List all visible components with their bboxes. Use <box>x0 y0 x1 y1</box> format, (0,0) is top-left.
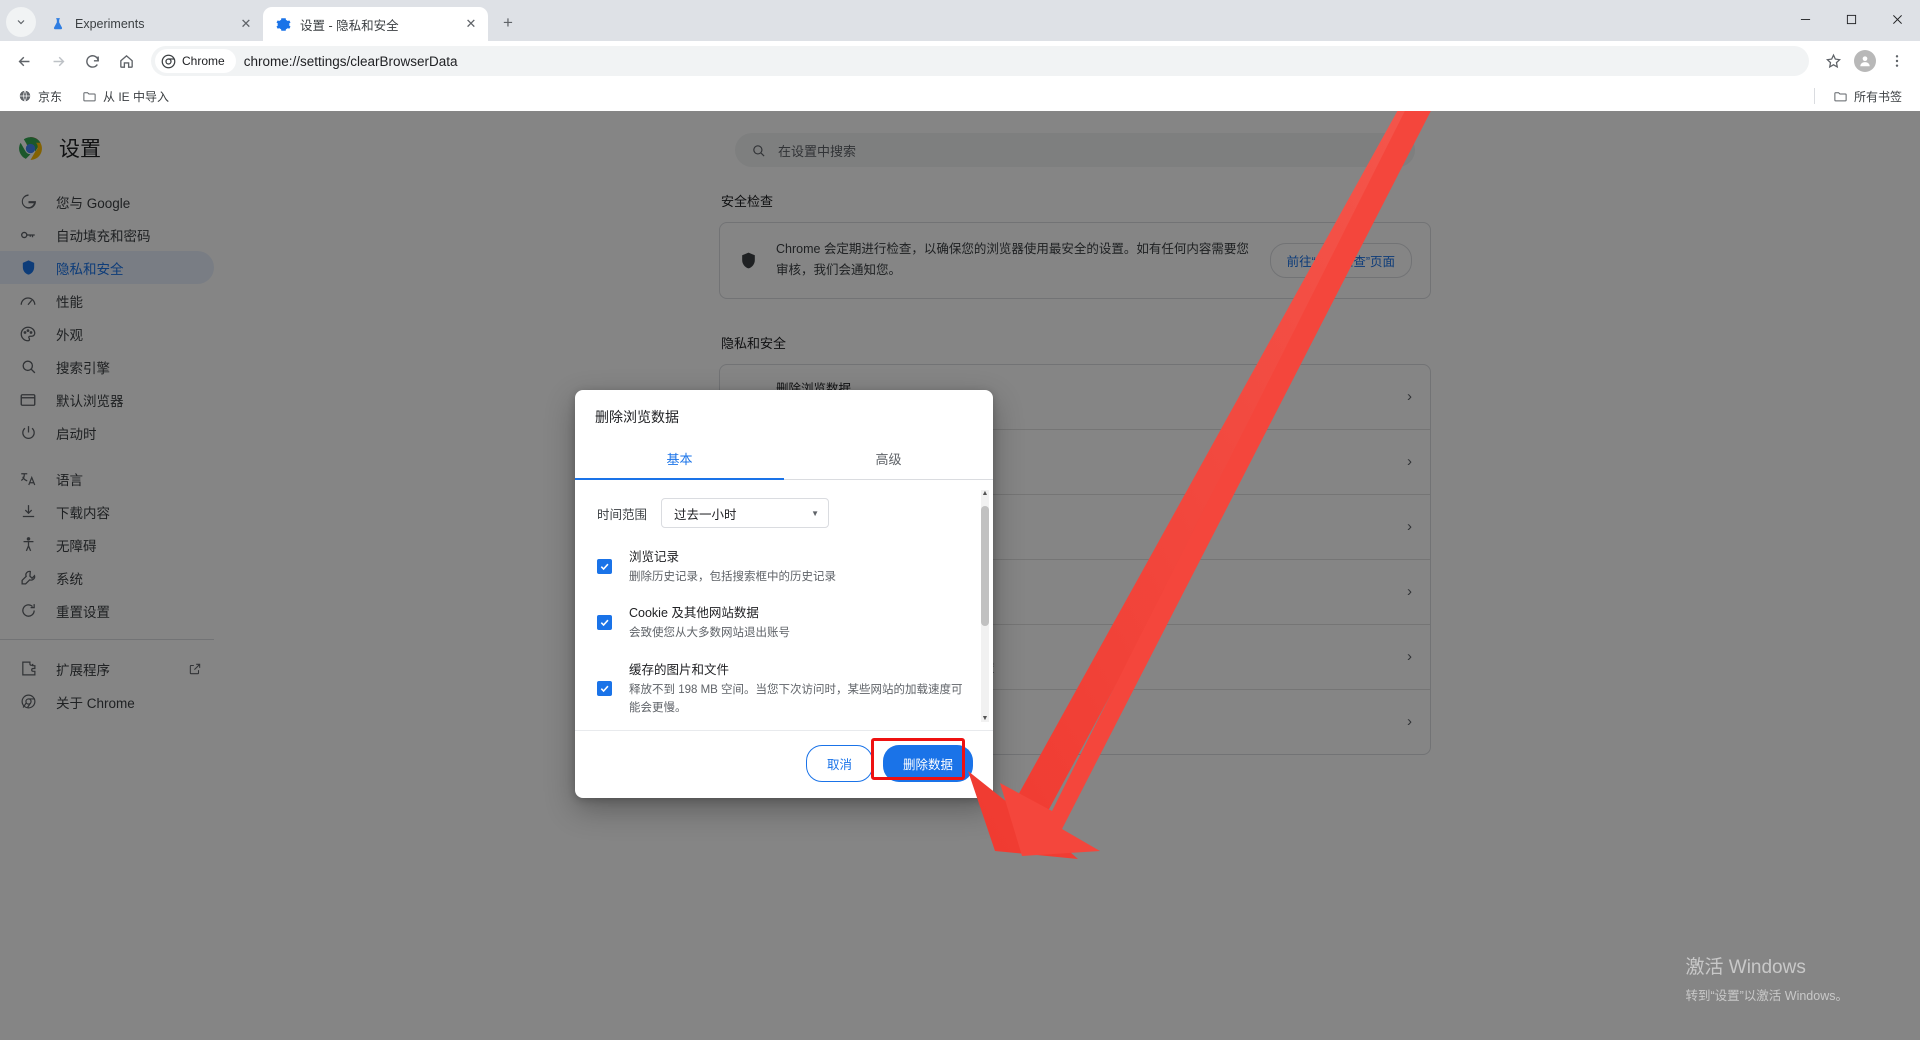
checkbox-browsing-history[interactable]: 浏览记录 删除历史记录，包括搜索框中的历史记录 <box>597 546 971 586</box>
tab-basic[interactable]: 基本 <box>575 440 784 480</box>
checkbox-col <box>597 659 613 718</box>
checkbox-title: 缓存的图片和文件 <box>629 662 730 677</box>
bookmark-folder[interactable]: 从 IE 中导入 <box>74 85 177 108</box>
new-tab-button[interactable]: + <box>494 9 522 37</box>
dialog-tabs: 基本 高级 <box>575 440 993 480</box>
dialog-body: 时间范围 过去一小时 ▼ 浏览记录 删除历史记录，包括搜索框中的历史记录 Coo… <box>575 480 993 730</box>
checkbox-texts: 浏览记录 删除历史记录，包括搜索框中的历史记录 <box>629 546 971 586</box>
checkbox-cookies[interactable]: Cookie 及其他网站数据 会致使您从大多数网站退出账号 <box>597 602 971 642</box>
folder-icon <box>1834 91 1847 101</box>
chrome-logo-icon <box>161 54 176 68</box>
bookmark-label: 从 IE 中导入 <box>103 89 170 104</box>
bookmark-label: 京东 <box>38 89 63 104</box>
checkbox-checked-icon[interactable] <box>597 615 612 631</box>
scroll-down-arrow-icon[interactable]: ▼ <box>981 715 989 722</box>
reload-icon <box>85 54 99 68</box>
cancel-button[interactable]: 取消 <box>805 745 873 782</box>
bookmark-item[interactable]: 京东 <box>10 85 70 108</box>
checkbox-title: Cookie 及其他网站数据 <box>629 606 759 621</box>
checkbox-col <box>597 546 613 586</box>
tab-search-button[interactable] <box>6 7 36 37</box>
checkbox-title: 浏览记录 <box>629 550 680 564</box>
dialog-scrollbar[interactable]: ▲ ▼ <box>981 490 989 722</box>
flask-icon <box>50 16 66 32</box>
back-button[interactable] <box>8 45 40 77</box>
tab-close-button[interactable]: ✕ <box>237 15 255 33</box>
gear-icon <box>275 16 291 32</box>
minimize-icon <box>1800 18 1810 20</box>
checkbox-texts: 缓存的图片和文件 释放不到 198 MB 空间。当您下次访问时，某些网站的加载速… <box>629 659 971 718</box>
window-controls <box>1782 0 1920 38</box>
close-window-button[interactable] <box>1874 0 1920 38</box>
checkbox-texts: Cookie 及其他网站数据 会致使您从大多数网站退出账号 <box>629 602 971 642</box>
forward-button[interactable] <box>42 45 74 77</box>
avatar-icon <box>1854 50 1876 72</box>
minimize-button[interactable] <box>1782 0 1828 38</box>
maximize-icon <box>1846 14 1856 24</box>
arrow-left-icon <box>18 56 29 66</box>
home-button[interactable] <box>110 45 142 77</box>
scrollbar-thumb[interactable] <box>981 506 989 626</box>
scroll-up-arrow-icon[interactable]: ▲ <box>981 490 989 497</box>
checkbox-checked-icon[interactable] <box>597 558 612 574</box>
all-bookmarks-button[interactable]: 所有书签 <box>1825 85 1910 108</box>
tab-title: Experiments <box>75 17 145 31</box>
delete-data-button[interactable]: 删除数据 <box>882 745 973 782</box>
browser-window: Experiments ✕ 设置 - 隐私和安全 ✕ + Chrome chro… <box>0 0 1920 1040</box>
tab-title: 设置 - 隐私和安全 <box>300 18 399 33</box>
time-range-label: 时间范围 <box>597 507 648 522</box>
url-text: chrome://settings/clearBrowserData <box>243 53 458 69</box>
chevron-down-icon <box>17 20 25 25</box>
folder-icon <box>83 91 96 101</box>
dialog-footer: 取消 删除数据 <box>575 730 993 798</box>
all-bookmarks-area: 所有书签 <box>1813 85 1910 108</box>
checkbox-sub: 会致使您从大多数网站退出账号 <box>629 627 790 640</box>
checkbox-checked-icon[interactable] <box>597 680 612 696</box>
kebab-menu-icon <box>1895 55 1899 67</box>
time-range-value: 过去一小时 <box>674 507 737 522</box>
tab-settings[interactable]: 设置 - 隐私和安全 ✕ <box>263 7 488 41</box>
tab-experiments[interactable]: Experiments ✕ <box>38 7 263 41</box>
browser-menu-button[interactable] <box>1882 46 1912 76</box>
divider <box>1813 88 1815 104</box>
checkbox-sub: 释放不到 198 MB 空间。当您下次访问时，某些网站的加载速度可能会更慢。 <box>629 683 963 715</box>
globe-icon <box>19 90 31 102</box>
close-icon <box>1892 14 1902 24</box>
clear-browsing-data-dialog: 删除浏览数据 基本 高级 时间范围 过去一小时 ▼ 浏览记录 删除历史记录，包括… <box>575 390 993 798</box>
star-icon <box>1825 53 1841 68</box>
time-range-select[interactable]: 过去一小时 ▼ <box>661 498 830 528</box>
tab-strip: Experiments ✕ 设置 - 隐私和安全 ✕ + <box>0 0 1920 41</box>
bookmarks-bar: 京东 从 IE 中导入 所有书签 <box>0 81 1920 111</box>
chevron-down-icon: ▼ <box>811 508 820 518</box>
checkbox-sub: 删除历史记录，包括搜索框中的历史记录 <box>629 571 836 583</box>
reload-button[interactable] <box>76 45 108 77</box>
all-bookmarks-label: 所有书签 <box>1853 89 1902 104</box>
time-range-row: 时间范围 过去一小时 ▼ <box>597 498 971 528</box>
dialog-title: 删除浏览数据 <box>595 409 679 425</box>
browser-toolbar: Chrome chrome://settings/clearBrowserDat… <box>0 41 1920 81</box>
maximize-button[interactable] <box>1828 0 1874 38</box>
address-bar[interactable]: Chrome chrome://settings/clearBrowserDat… <box>151 46 1809 76</box>
page-content: 设置 您与 Google 自动填充和密码 隐私和安全 性能 外观 搜索引擎 默认… <box>0 111 1920 1040</box>
bookmark-star-button[interactable] <box>1818 46 1848 76</box>
profile-button[interactable] <box>1850 46 1880 76</box>
arrow-right-icon <box>53 56 64 66</box>
checkbox-cached-images[interactable]: 缓存的图片和文件 释放不到 198 MB 空间。当您下次访问时，某些网站的加载速… <box>597 659 971 718</box>
chrome-chip: Chrome <box>155 49 236 73</box>
checkbox-col <box>597 602 613 642</box>
tab-advanced[interactable]: 高级 <box>784 440 993 479</box>
chrome-chip-label: Chrome <box>182 54 225 68</box>
home-icon <box>119 54 133 68</box>
tab-close-button[interactable]: ✕ <box>462 15 480 33</box>
